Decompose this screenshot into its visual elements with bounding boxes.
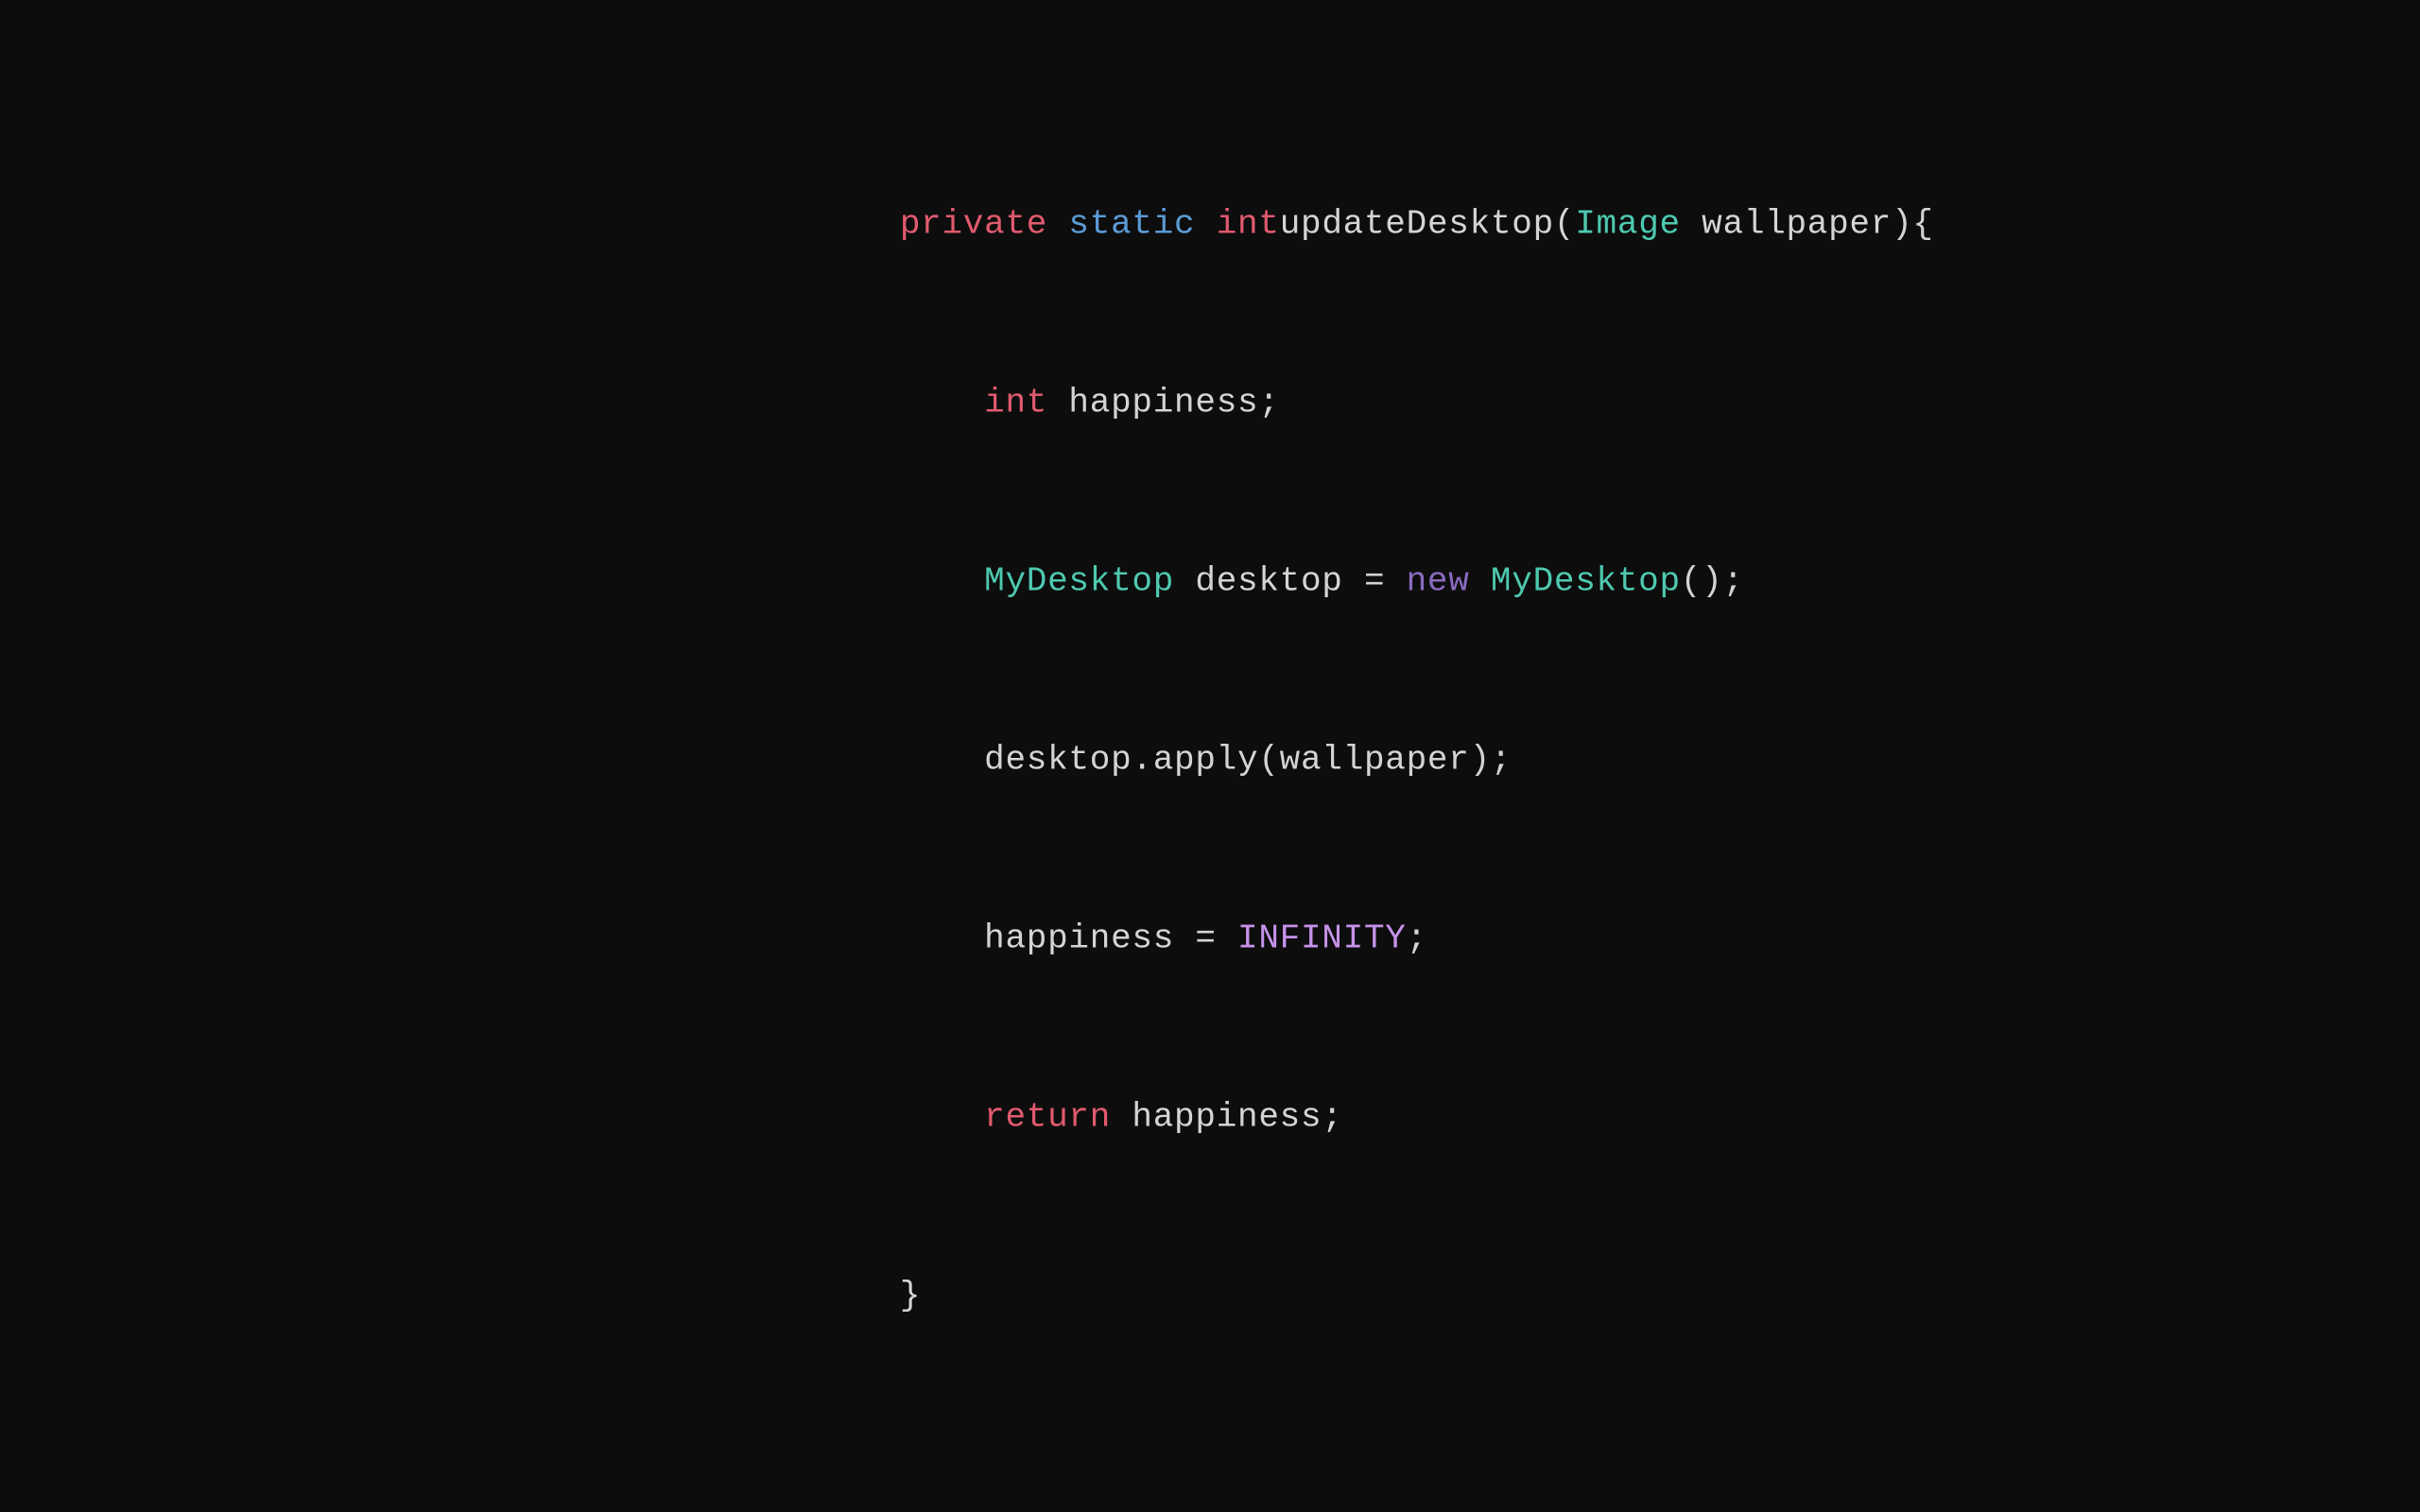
keyword-int-2: int: [984, 383, 1047, 421]
closing-brace: }: [900, 1276, 921, 1314]
code-line-5: happiness = INFINITY;: [900, 908, 1934, 968]
code-block: private static intupdateDesktop(Image wa…: [900, 75, 1934, 1384]
keyword-return: return: [984, 1097, 1111, 1136]
class-image: Image: [1575, 204, 1681, 243]
code-line-1: private static intupdateDesktop(Image wa…: [900, 194, 1934, 253]
keyword-static: static: [1068, 204, 1195, 243]
param-rest: wallpaper){: [1681, 204, 1934, 243]
keyword-private: private: [900, 204, 1047, 243]
constant-infinity: INFINITY: [1237, 919, 1407, 957]
keyword-int-1: int: [1217, 204, 1280, 243]
keyword-new: new: [1407, 561, 1470, 600]
desktop-apply: [900, 740, 984, 779]
desktop-apply-text: desktop.apply(wallpaper);: [984, 740, 1512, 779]
happiness-assign: happiness =: [984, 919, 1237, 957]
constructor-call: ();: [1681, 561, 1744, 600]
happiness-decl: happiness;: [1047, 383, 1280, 421]
code-line-7: }: [900, 1265, 1934, 1325]
semicolon-5: ;: [1407, 919, 1427, 957]
method-signature: updateDesktop(: [1280, 204, 1576, 243]
code-line-4: desktop.apply(wallpaper);: [900, 730, 1934, 789]
class-mydesktop-2: MyDesktop: [1491, 561, 1681, 600]
class-mydesktop-1: MyDesktop: [984, 561, 1174, 600]
return-happiness: happiness;: [1111, 1097, 1343, 1136]
code-line-2: int happiness;: [900, 372, 1934, 432]
desktop-assign: desktop =: [1174, 561, 1407, 600]
code-line-6: return happiness;: [900, 1087, 1934, 1146]
code-line-3: MyDesktop desktop = new MyDesktop();: [900, 551, 1934, 610]
